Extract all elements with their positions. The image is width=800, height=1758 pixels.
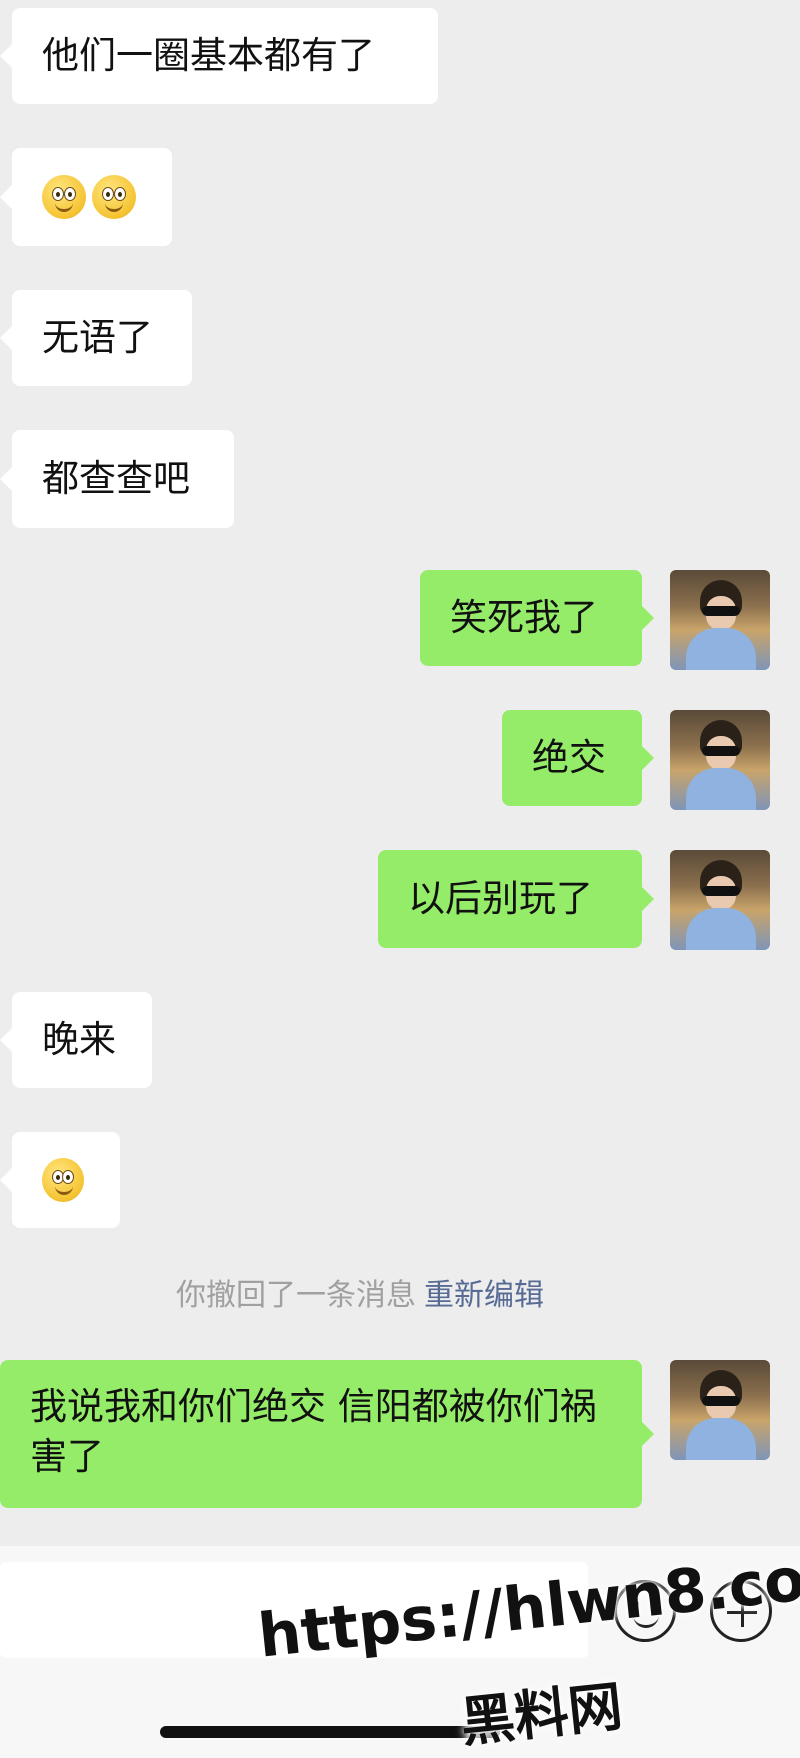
message-text: 他们一圈基本都有了 [42, 34, 375, 77]
message-text: 我说我和你们绝交 信阳都被你们祸害了 [30, 1385, 597, 1478]
my-avatar[interactable] [670, 850, 770, 950]
message-text: 绝交 [532, 736, 606, 779]
message-bubble-outgoing[interactable]: 我说我和你们绝交 信阳都被你们祸害了 [0, 1360, 654, 1508]
message-bubble-incoming[interactable]: 无语了 [0, 290, 192, 386]
smile-emoji-icon [42, 1158, 84, 1202]
my-avatar[interactable] [670, 1360, 770, 1460]
message-text: 笑死我了 [450, 596, 598, 639]
message-bubble-outgoing[interactable]: 绝交 [502, 710, 654, 806]
message-text: 晚来 [42, 1018, 116, 1061]
message-text: 都查查吧 [42, 457, 190, 500]
message-bubble-incoming-emoji[interactable] [0, 148, 172, 246]
home-indicator[interactable] [160, 1726, 500, 1738]
message-bubble-incoming[interactable]: 晚来 [0, 992, 152, 1088]
message-bubble-incoming-emoji[interactable] [0, 1132, 120, 1228]
message-bubble-outgoing[interactable]: 以后别玩了 [378, 850, 654, 948]
my-avatar[interactable] [670, 710, 770, 810]
my-avatar[interactable] [670, 570, 770, 670]
recall-notice: 你撤回了一条消息 重新编辑 [0, 1270, 720, 1314]
message-text: 以后别玩了 [408, 877, 593, 920]
message-bubble-incoming[interactable]: 他们一圈基本都有了 [0, 8, 438, 104]
message-bubble-outgoing[interactable]: 笑死我了 [420, 570, 654, 666]
recall-notice-text: 你撤回了一条消息 [176, 1278, 416, 1313]
smile-emoji-icon [42, 175, 86, 219]
message-bubble-incoming[interactable]: 都查查吧 [0, 430, 234, 528]
re-edit-link[interactable]: 重新编辑 [424, 1278, 544, 1313]
watermark-site: 黑料网 [457, 1674, 626, 1755]
smile-emoji-icon [92, 175, 136, 219]
message-text: 无语了 [42, 316, 153, 359]
